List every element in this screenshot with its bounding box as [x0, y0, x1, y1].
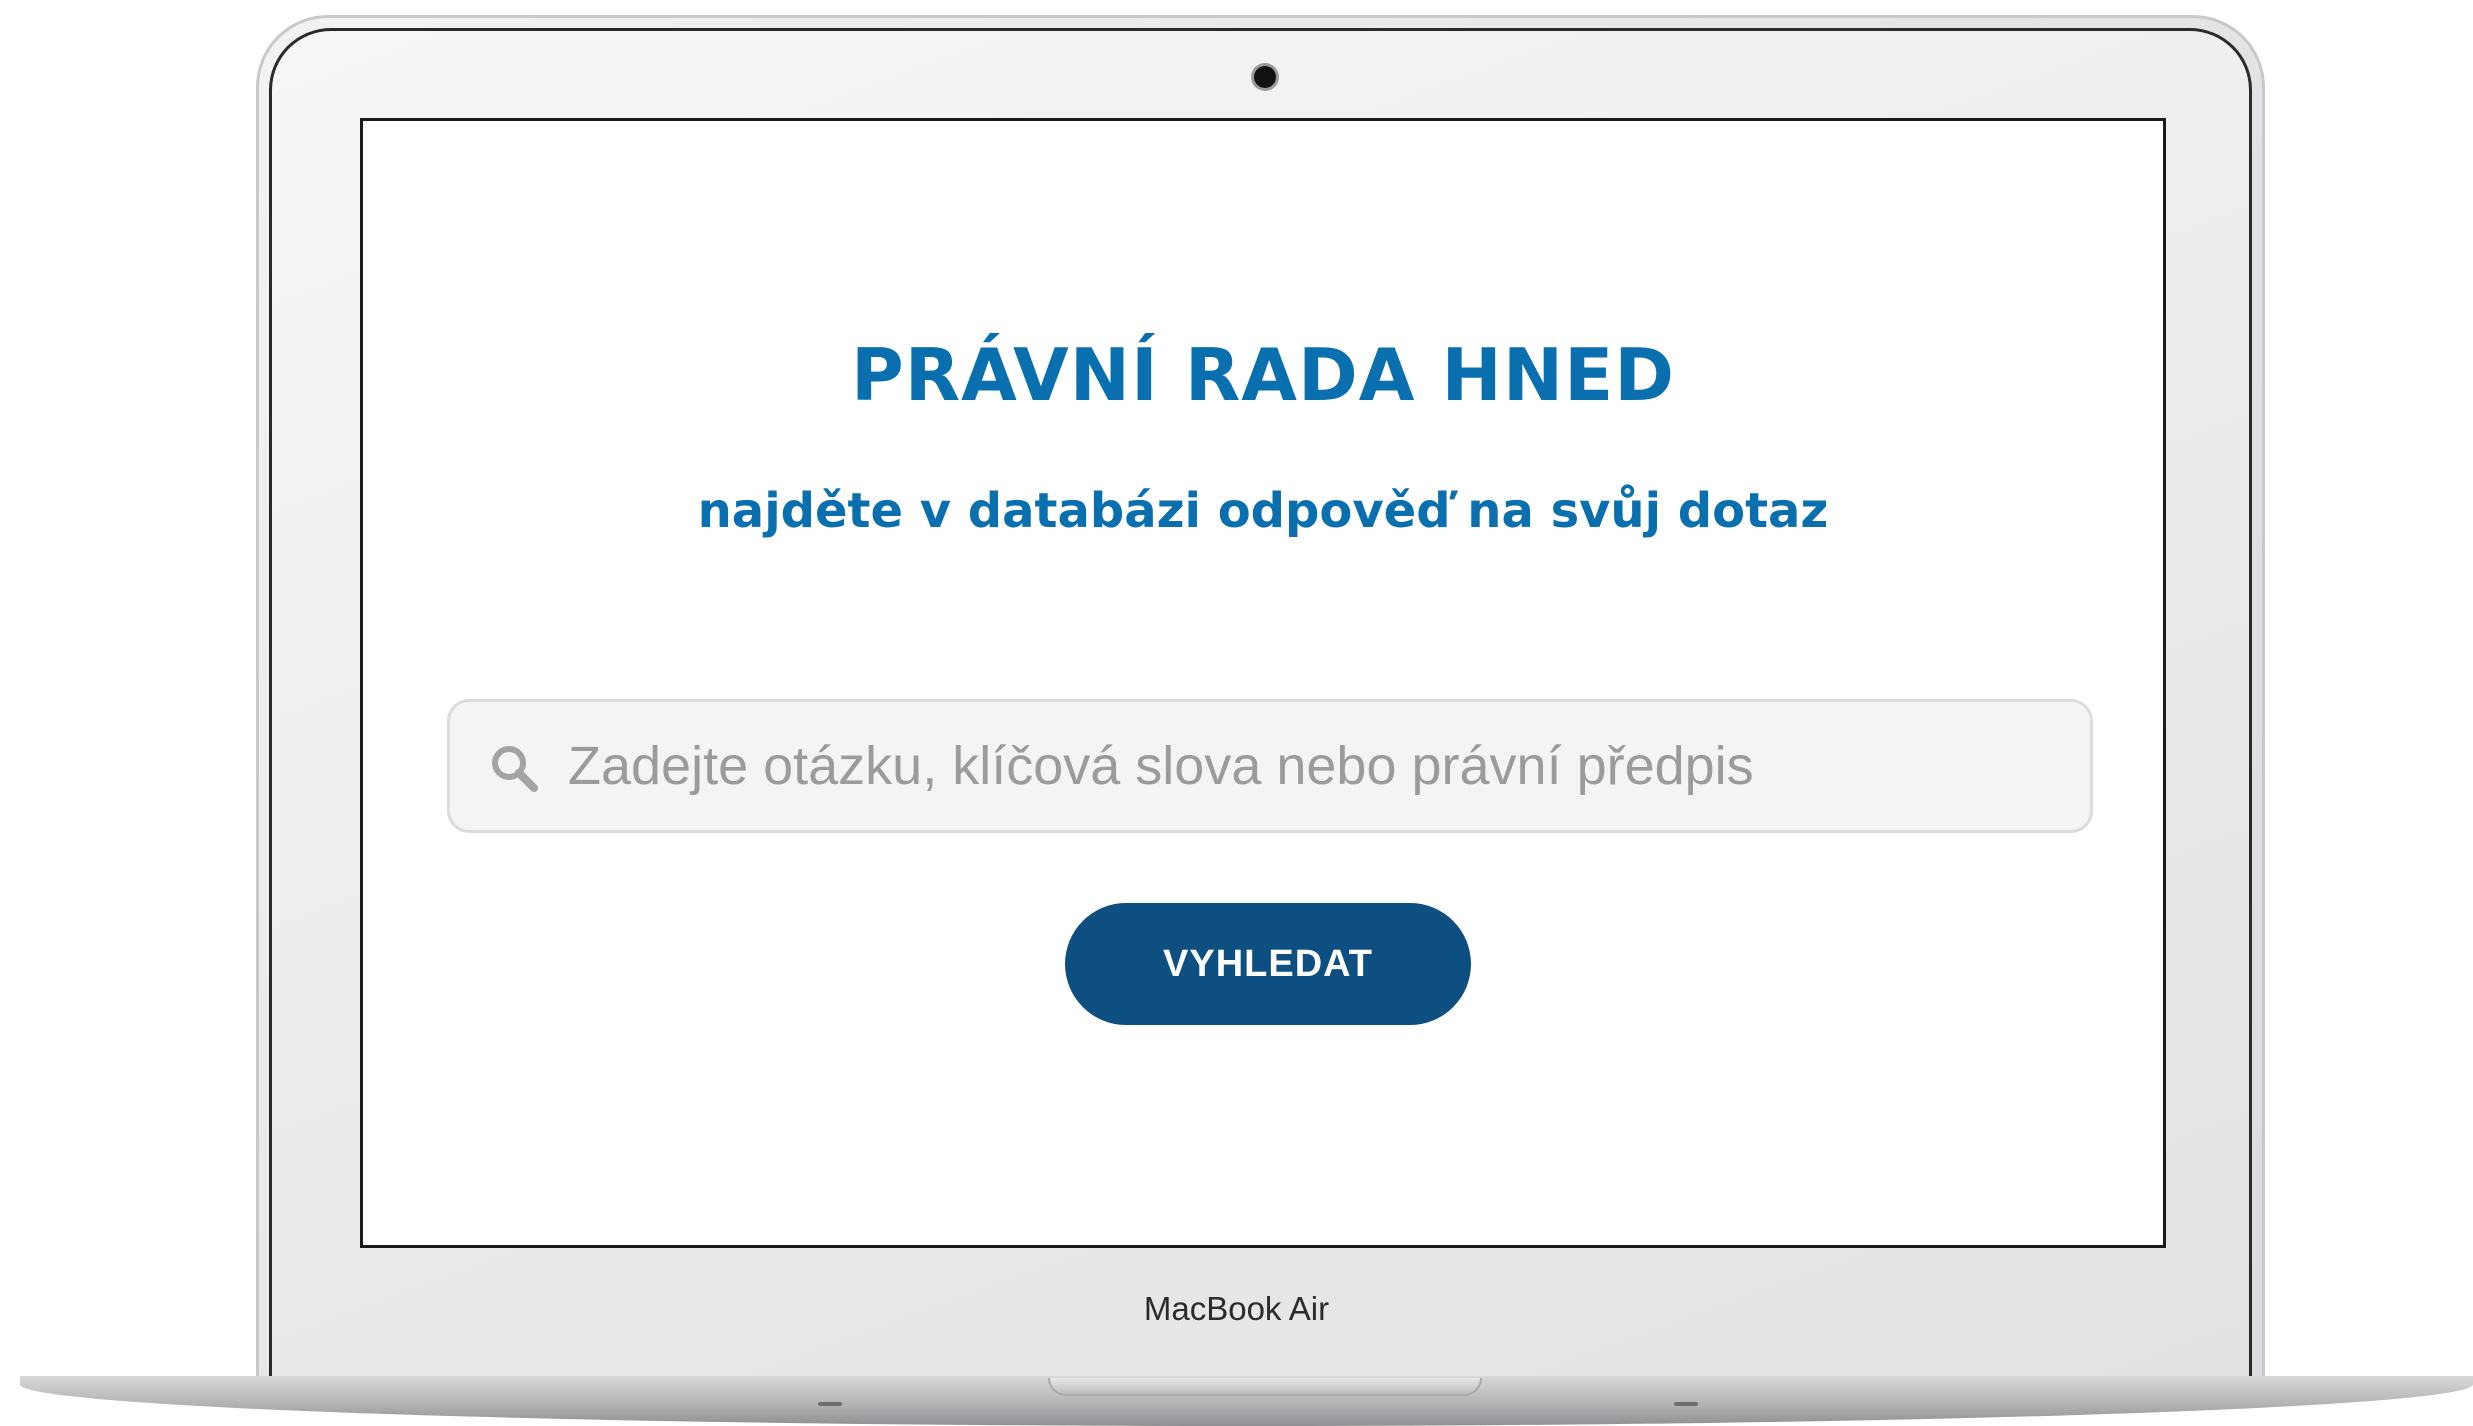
page-subtitle: najděte v databázi odpověď na svůj dotaz [697, 483, 1829, 539]
search-button[interactable]: VYHLEDAT [1065, 903, 1471, 1025]
laptop-foot [1674, 1402, 1698, 1406]
laptop-foot [818, 1402, 842, 1406]
camera-icon [1254, 66, 1276, 88]
search-input[interactable] [568, 702, 2068, 830]
page-title: PRÁVNÍ RADA HNED [850, 333, 1676, 417]
laptop-screen: PRÁVNÍ RADA HNED najděte v databázi odpo… [360, 118, 2166, 1248]
lid-opening-notch [1048, 1378, 1482, 1396]
device-model-label: MacBook Air [1143, 1290, 1330, 1327]
laptop-mockup: PRÁVNÍ RADA HNED najděte v databázi odpo… [0, 0, 2473, 1426]
search-box[interactable] [447, 699, 2093, 833]
search-icon [492, 746, 538, 792]
